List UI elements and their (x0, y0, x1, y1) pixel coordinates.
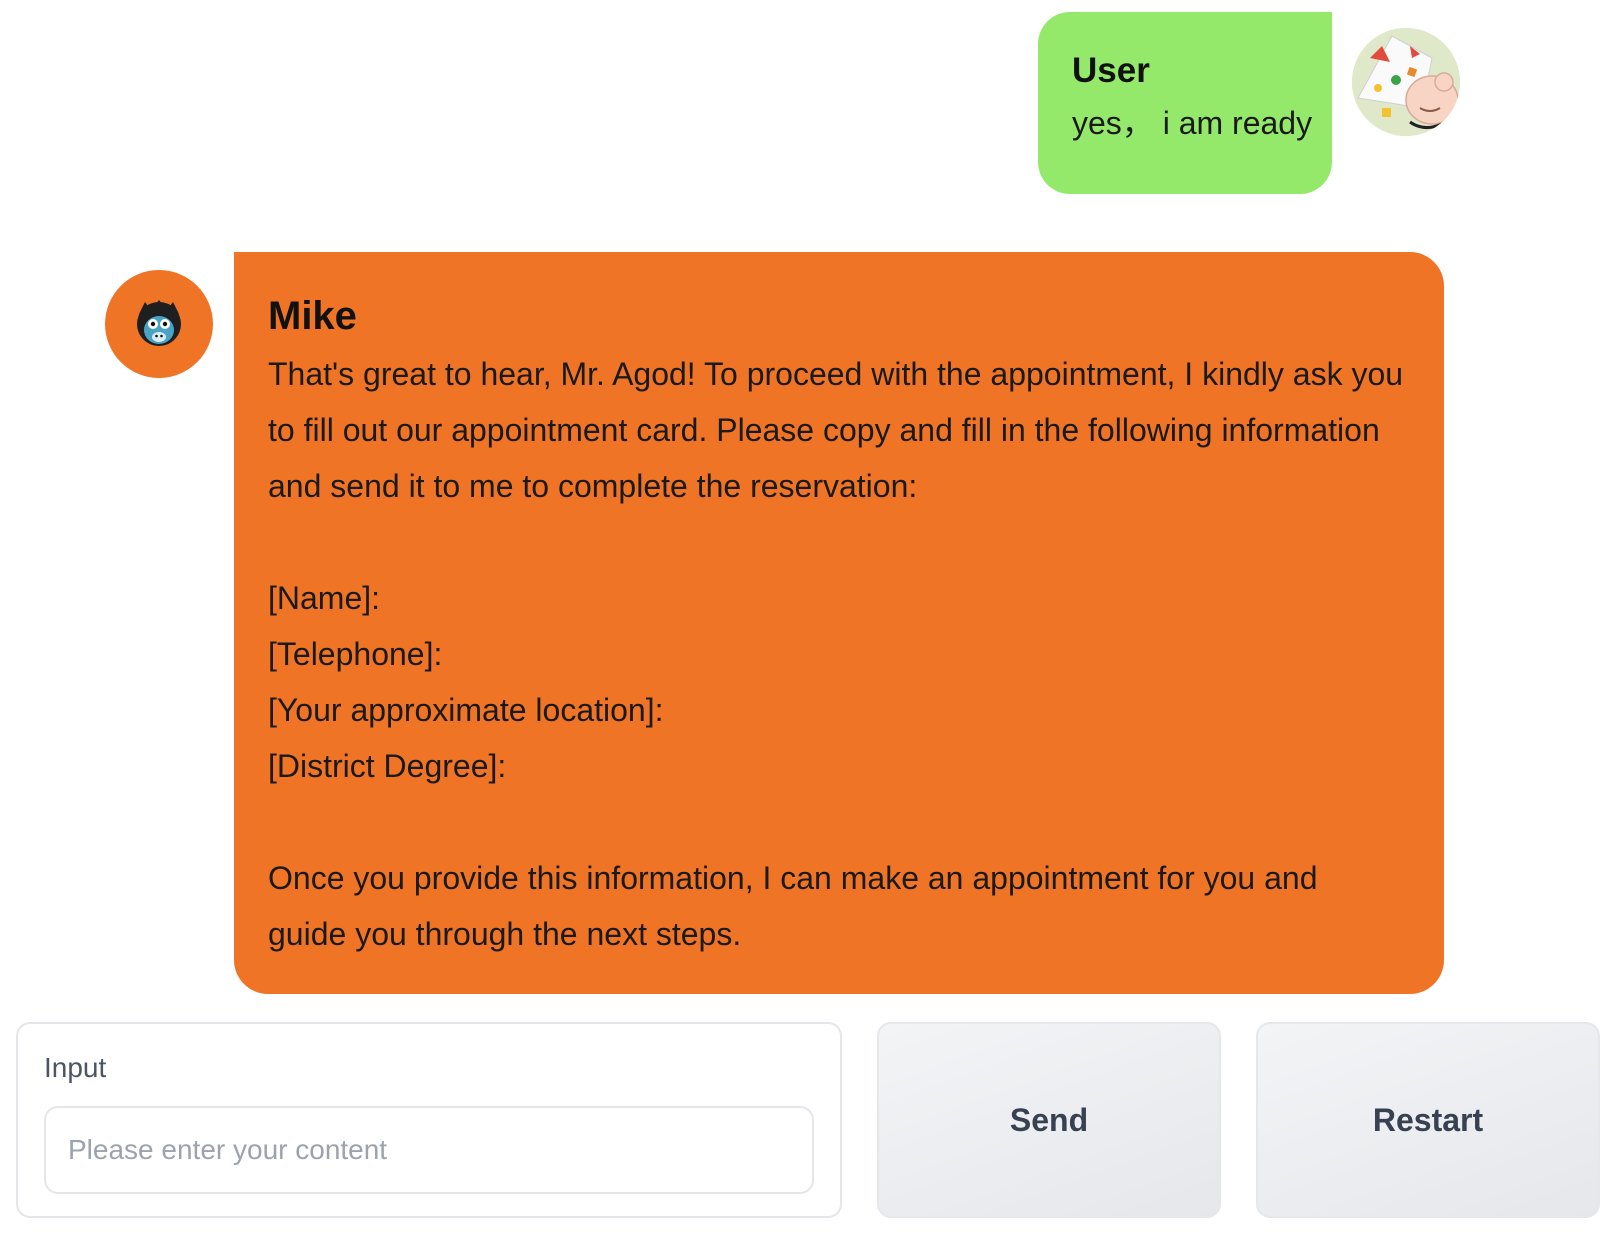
cartoon-user-avatar-icon (1352, 28, 1460, 136)
message-paragraph-intro: That's great to hear, Mr. Agod! To proce… (268, 356, 1404, 504)
input-label: Input (44, 1052, 107, 1083)
assistant-message-text: That's great to hear, Mr. Agod! To proce… (268, 346, 1404, 962)
assistant-sender-name: Mike (268, 294, 357, 338)
form-field-name: [Name]: (268, 580, 381, 616)
restart-button[interactable]: Restart (1256, 1022, 1600, 1218)
input-panel: Input (16, 1022, 842, 1218)
send-button[interactable]: Send (877, 1022, 1221, 1218)
message-paragraph-closing: Once you provide this information, I can… (268, 860, 1318, 952)
message-input[interactable] (44, 1106, 814, 1194)
user-sender-name: User (1072, 51, 1150, 90)
form-field-district-degree: [District Degree]: (268, 748, 507, 784)
user-message-text: yes， i am ready (1072, 105, 1313, 141)
assistant-message-bubble: Mike That's great to hear, Mr. Agod! To … (234, 252, 1444, 994)
form-field-telephone: [Telephone]: (268, 636, 443, 672)
monkey-avatar-icon (105, 270, 213, 378)
form-field-location: [Your approximate location]: (268, 692, 664, 728)
user-message-bubble: User yes， i am ready (1038, 12, 1332, 194)
